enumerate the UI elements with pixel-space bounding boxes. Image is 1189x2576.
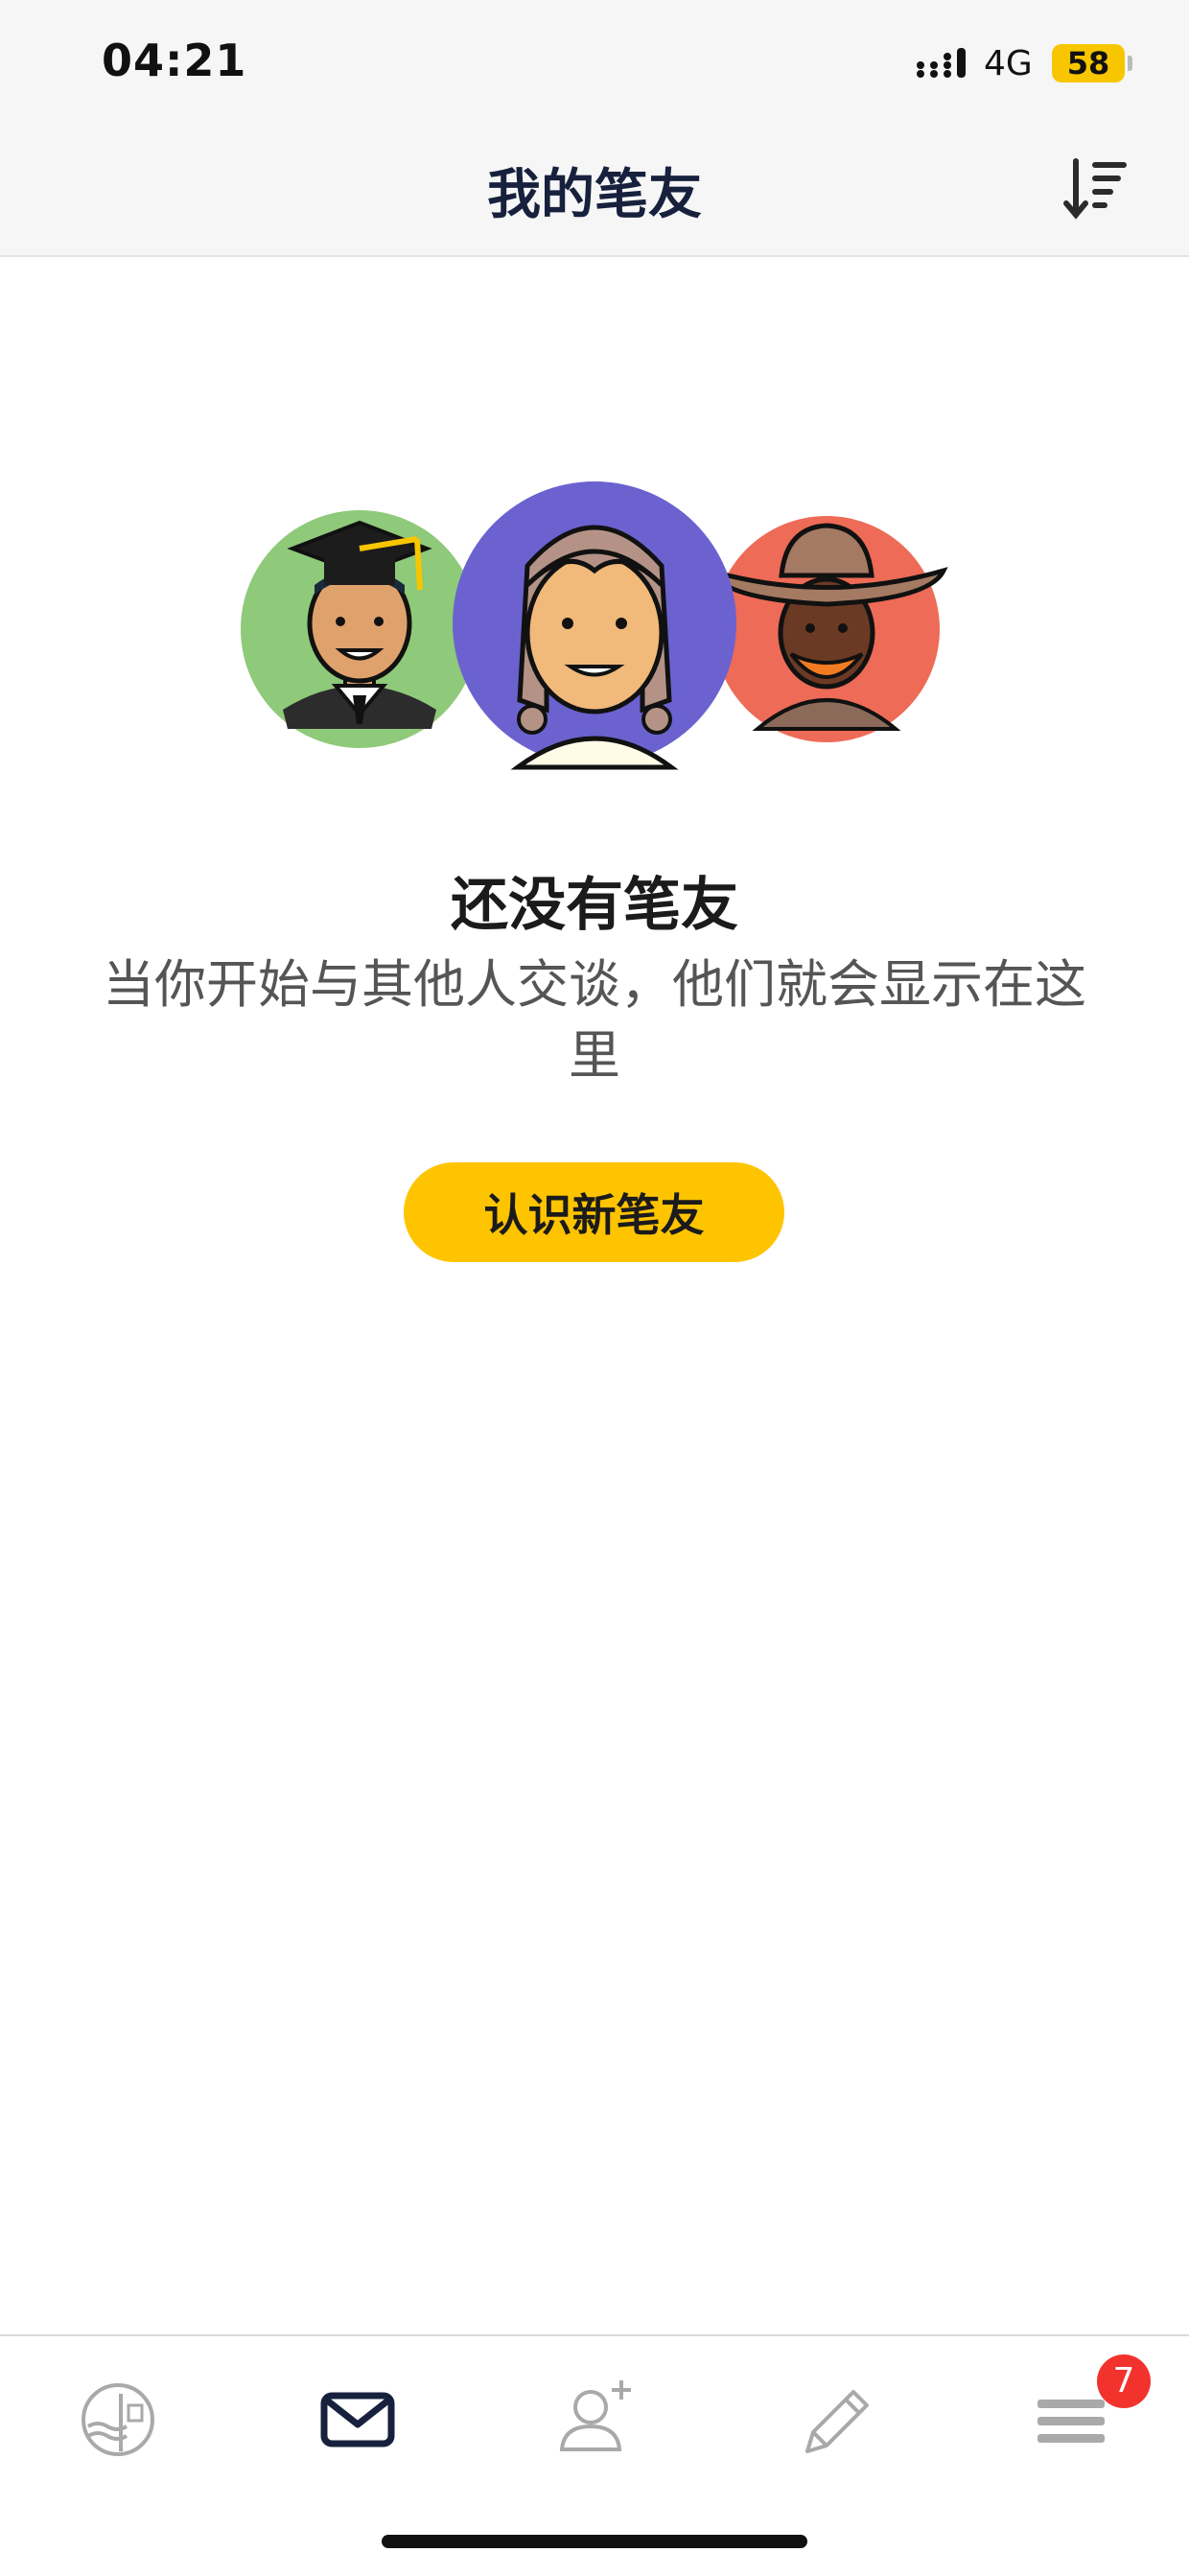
tab-letters[interactable]: [305, 2367, 410, 2472]
tab-add-friend[interactable]: [543, 2367, 648, 2472]
battery-level: 58: [1066, 45, 1110, 82]
status-time: 04:21: [102, 35, 247, 86]
add-person-icon: [559, 2380, 631, 2451]
envelope-icon: [320, 2392, 395, 2447]
battery-indicator: 58: [1052, 44, 1125, 82]
status-bar: 04:21 4G 58: [0, 0, 1189, 134]
meet-new-pen-pal-button[interactable]: 认识新笔友: [404, 1162, 784, 1262]
pencil-icon: [805, 2390, 869, 2453]
nav-header: 我的笔友: [0, 134, 1189, 257]
network-type: 4G: [984, 44, 1033, 83]
home-indicator: [382, 2535, 807, 2548]
tab-write[interactable]: [781, 2367, 886, 2472]
battery-cap: [1128, 56, 1132, 71]
empty-state-title: 还没有笔友: [451, 872, 738, 939]
page-title: 我的笔友: [487, 164, 702, 226]
empty-state-description: 当你开始与其他人交谈，他们就会显示在这里: [103, 954, 1086, 1086]
graduate-avatar: [241, 510, 478, 748]
braided-girl-avatar: [453, 481, 736, 770]
pen-pals-illustration: [241, 481, 948, 770]
sort-descending-icon[interactable]: [1062, 155, 1131, 224]
stamp-globe-icon: [82, 2383, 154, 2456]
cowboy-avatar: [705, 516, 948, 742]
menu-notification-badge: 7: [1097, 2354, 1151, 2408]
cellular-signal-icon: [917, 48, 966, 78]
tab-stamps[interactable]: [65, 2367, 171, 2472]
